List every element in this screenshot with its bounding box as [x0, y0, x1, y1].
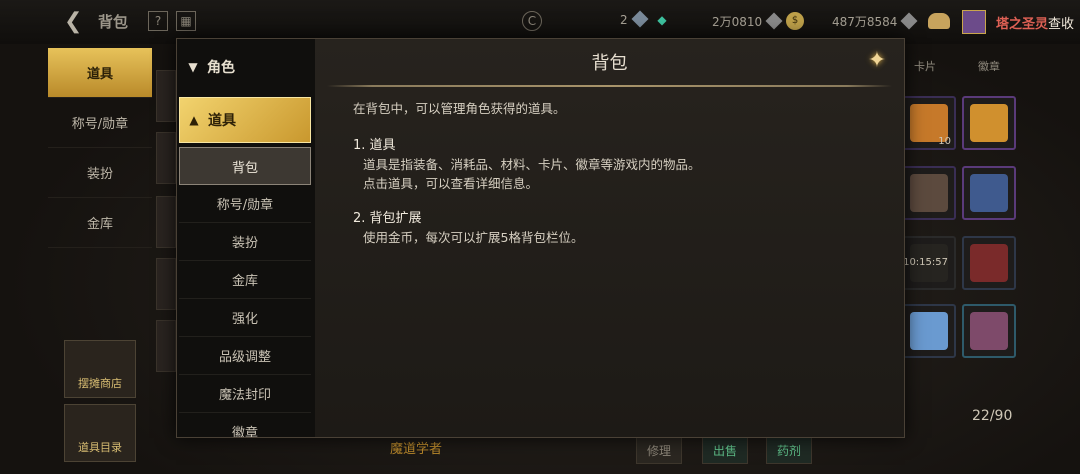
item-slot[interactable]: [156, 70, 176, 122]
gem-icon: [631, 10, 649, 28]
item-icon: [970, 312, 1008, 350]
resource-2: 2万0810: [712, 12, 783, 30]
teal-crystal-icon: ◆: [657, 13, 667, 27]
resource-3: 487万8584: [832, 12, 918, 30]
inventory-slot[interactable]: [962, 166, 1016, 220]
item-slot[interactable]: [156, 196, 176, 248]
item-catalog-button[interactable]: 道具目录: [64, 404, 136, 462]
item-slot[interactable]: [156, 320, 176, 372]
inventory-slot[interactable]: [962, 304, 1016, 358]
category-items[interactable]: ▲ 道具: [179, 97, 311, 143]
category-role[interactable]: ▼ 角色: [177, 39, 315, 95]
subitem-badge[interactable]: 徽章: [179, 413, 311, 437]
tab-cards[interactable]: 卡片: [914, 58, 936, 74]
help-section-items: 1. 道具 道具是指装备、消耗品、材料、卡片、徽章等游戏内的物品。 点击道具，可…: [353, 136, 873, 193]
help-category-list: ▼ 角色 ▲ 道具 背包 称号/勋章 装扮 金库 强化 品级调整 魔法封印 徽章: [177, 39, 315, 437]
inventory-slot[interactable]: [902, 304, 956, 358]
item-slot[interactable]: [156, 258, 176, 310]
chevron-down-icon: ▼: [188, 60, 198, 74]
bag-left-nav: 道具 称号/勋章 装扮 金库: [48, 48, 152, 248]
section-title: 2. 背包扩展: [353, 211, 422, 226]
section-title: 1. 道具: [353, 138, 396, 153]
help-dialog: ▼ 角色 ▲ 道具 背包 称号/勋章 装扮 金库 强化 品级调整 魔法封印 徽章…: [176, 38, 905, 438]
inventory-slot[interactable]: [962, 236, 1016, 290]
item-icon: [910, 174, 948, 212]
sell-button[interactable]: 出售: [702, 436, 749, 464]
resource-1: 2: [620, 10, 649, 28]
back-arrow-icon[interactable]: ❮: [64, 10, 88, 34]
shop-tool-button[interactable]: 摆摊商店: [64, 340, 136, 398]
gem-icon: [900, 12, 918, 30]
tab-badges[interactable]: 徽章: [978, 58, 1000, 74]
leftnav-item-items[interactable]: 道具: [48, 48, 152, 98]
help-text: 在背包中，可以管理角色获得的道具。 1. 道具 道具是指装备、消耗品、材料、卡片…: [353, 99, 873, 263]
magic-scholar-label: 魔道学者: [390, 442, 443, 457]
gold-coin-icon: $: [786, 12, 804, 30]
treasure-chest-icon[interactable]: [962, 10, 986, 34]
mail-notice[interactable]: 塔之圣灵查收: [996, 13, 1074, 32]
subitem-avatar[interactable]: 装扮: [179, 223, 311, 261]
cake-icon[interactable]: [928, 13, 950, 29]
item-icon: [970, 244, 1008, 282]
item-icon: [970, 174, 1008, 212]
leftnav-item-avatar[interactable]: 装扮: [48, 148, 152, 198]
item-icon: [970, 104, 1008, 142]
calendar-icon[interactable]: ▦: [176, 11, 196, 31]
help-content-panel: 背包 ✦ 在背包中，可以管理角色获得的道具。 1. 道具 道具是指装备、消耗品、…: [315, 39, 904, 437]
inventory-slot[interactable]: [962, 96, 1016, 150]
help-icon[interactable]: ?: [148, 11, 168, 31]
section-line: 点击道具，可以查看详细信息。: [363, 176, 539, 191]
currency-c-icon: C: [522, 11, 542, 31]
leftnav-item-vault[interactable]: 金库: [48, 198, 152, 248]
item-icon: [910, 312, 948, 350]
subitem-bag[interactable]: 背包: [179, 147, 311, 185]
help-section-expand: 2. 背包扩展 使用金币，每次可以扩展5格背包栏位。: [353, 209, 873, 247]
help-intro: 在背包中，可以管理角色获得的道具。: [353, 101, 566, 116]
item-slot[interactable]: [156, 132, 176, 184]
potion-button[interactable]: 药剂: [766, 436, 813, 464]
inventory-slot[interactable]: [902, 166, 956, 220]
leftnav-item-titles[interactable]: 称号/勋章: [48, 98, 152, 148]
section-line: 道具是指装备、消耗品、材料、卡片、徽章等游戏内的物品。: [363, 157, 701, 172]
subitem-titles[interactable]: 称号/勋章: [179, 185, 311, 223]
subitem-vault[interactable]: 金库: [179, 261, 311, 299]
subitem-magic-seal[interactable]: 魔法封印: [179, 375, 311, 413]
top-title: 背包: [98, 13, 129, 31]
inventory-slot[interactable]: 10:15:57: [902, 236, 956, 290]
bag-capacity: 22/90: [972, 408, 1013, 424]
subitem-enhance[interactable]: 强化: [179, 299, 311, 337]
sparkle-close-icon[interactable]: ✦: [863, 47, 891, 75]
repair-button[interactable]: 修理: [636, 436, 683, 464]
inventory-slot[interactable]: 10: [902, 96, 956, 150]
chevron-up-icon: ▲: [189, 113, 199, 127]
title-divider: [327, 85, 892, 87]
gem-icon: [765, 12, 783, 30]
subitem-grade-adjust[interactable]: 品级调整: [179, 337, 311, 375]
section-line: 使用金币，每次可以扩展5格背包栏位。: [363, 230, 584, 245]
dialog-title: 背包: [591, 53, 628, 74]
